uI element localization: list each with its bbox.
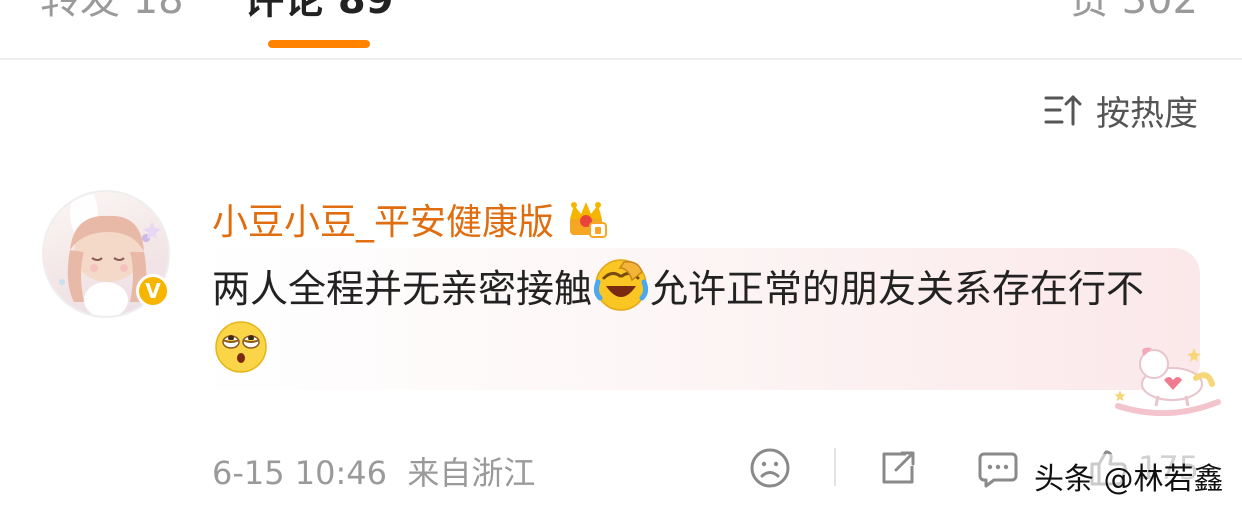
sad-face-icon [750,448,790,488]
sort-by-hot-button[interactable]: 按热度 [1044,88,1198,134]
dislike-button[interactable] [748,446,792,490]
comment-bubble-icon [978,452,1018,488]
action-divider [834,448,836,486]
tab-likes[interactable]: 赞 302 [1069,0,1198,22]
comment-meta: 6-15 10:46 来自浙江 [212,448,535,494]
eye-roll-emoji [215,321,267,373]
share-button[interactable] [876,446,920,490]
username-row: 小豆小豆_平安健康版 [212,193,608,245]
sort-icon [1044,95,1082,126]
comment-page: 转发 18 评论 89 赞 302 按热度 V 小豆小豆_平安健康版 两人全程并… [0,0,1242,510]
crown-icon [570,202,608,238]
share-icon [882,451,915,484]
rocking-horse-decoration [1114,347,1221,416]
active-tab-indicator [268,40,370,48]
tab-reposts[interactable]: 转发 18 [40,0,184,22]
laugh-cry-emoji [594,259,649,311]
comment-text: 两人全程并无亲密接触 允许正常的朋友关系存在行不 [212,258,1172,382]
username[interactable]: 小豆小豆_平安健康版 [212,193,554,245]
comment-location: 来自浙江 [407,454,536,492]
sort-label: 按热度 [1096,93,1198,134]
tab-bar: 转发 18 评论 89 赞 302 [0,0,1242,60]
tab-comments[interactable]: 评论 89 [244,0,394,22]
comment-time: 6-15 10:46 [212,454,388,492]
user-avatar[interactable]: V [42,190,170,318]
watermark: 头条 @林若鑫 [1030,454,1228,498]
verified-v-icon: V [136,274,170,308]
comment-text-part2: 允许正常的朋友关系存在行不 [650,267,1145,311]
reply-button[interactable] [976,446,1020,490]
comment-text-part1: 两人全程并无亲密接触 [212,267,593,311]
